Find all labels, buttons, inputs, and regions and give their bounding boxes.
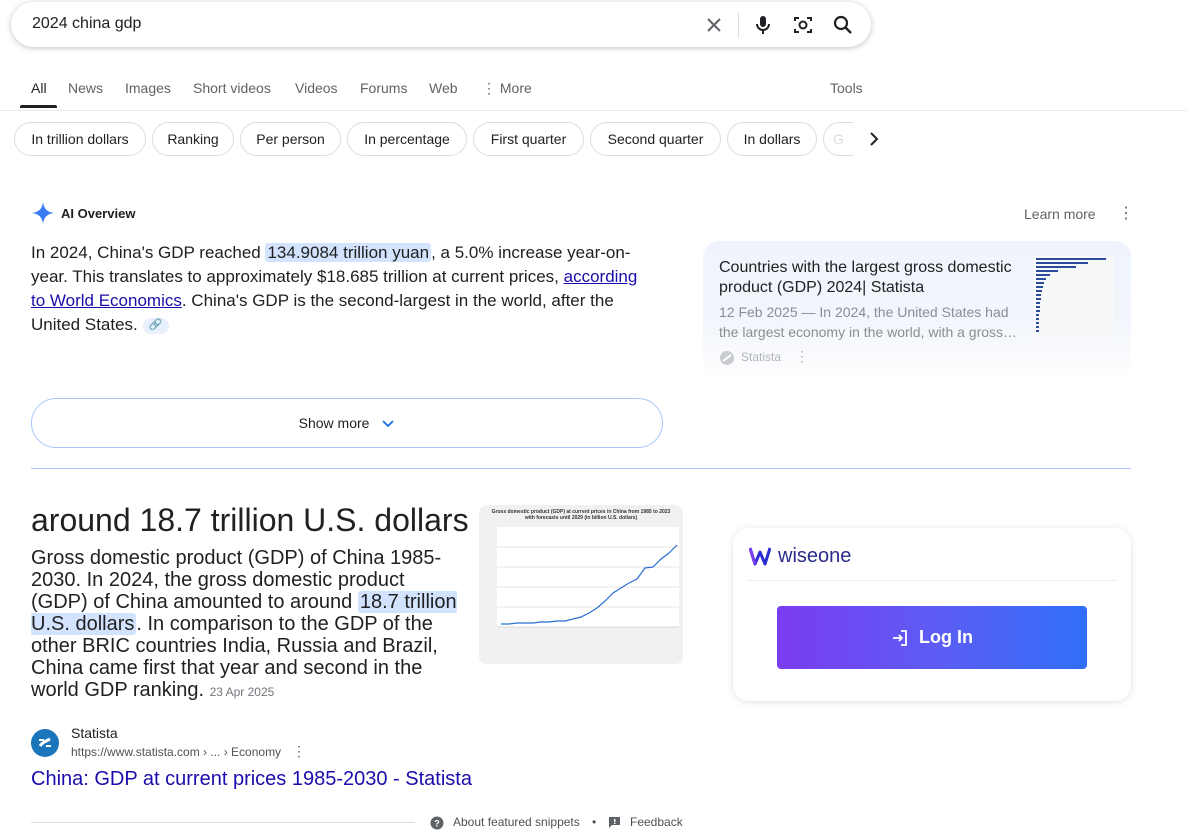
ai-source-card[interactable]: Countries with the largest gross domesti… (703, 241, 1131, 383)
statista-favicon (720, 351, 734, 365)
search-box[interactable]: 2024 china gdp (11, 2, 871, 47)
tab-news[interactable]: News (68, 80, 103, 96)
search-icon[interactable] (831, 13, 855, 37)
microphone-icon[interactable] (751, 13, 775, 37)
ai-overview-menu-icon[interactable]: ⋮ (1118, 206, 1134, 222)
svg-text:?: ? (434, 819, 440, 829)
learn-more-link[interactable]: Learn more (1024, 206, 1096, 222)
ai-overview-text: In 2024, China's GDP reached 134.9084 tr… (31, 241, 651, 337)
ai-text-part-1: In 2024, China's GDP reached (31, 243, 266, 262)
chip-per-person[interactable]: Per person (240, 122, 341, 156)
login-icon (893, 630, 907, 647)
tab-web[interactable]: Web (429, 80, 458, 96)
chip-partial[interactable]: G (823, 122, 853, 156)
citation-link-icon[interactable]: 🔗 (142, 317, 169, 334)
statista-logo-glyph (34, 732, 56, 754)
active-tab-indicator (20, 105, 57, 108)
wiseone-brand: wiseone (778, 545, 852, 567)
result-site-url[interactable]: https://www.statista.com › ... › Economy (71, 745, 281, 759)
chip-ranking[interactable]: Ranking (152, 122, 234, 156)
wiseone-widget: wiseone Log In (733, 528, 1131, 701)
feedback-icon (609, 817, 620, 828)
result-menu-icon[interactable]: ⋮ (292, 744, 306, 758)
featured-answer: around 18.7 trillion U.S. dollars (31, 502, 469, 538)
chip-first-quarter[interactable]: First quarter (473, 122, 584, 156)
source-card-thumbnail (1034, 256, 1114, 338)
tools-button[interactable]: Tools (830, 80, 863, 96)
show-more-button[interactable]: Show more (31, 398, 663, 448)
about-featured-snippets-link[interactable]: About featured snippets (453, 815, 580, 829)
login-label: Log In (919, 627, 973, 647)
chip-second-quarter[interactable]: Second quarter (590, 122, 721, 156)
chip-in-dollars[interactable]: In dollars (727, 122, 817, 156)
chip-in-trillion-dollars[interactable]: In trillion dollars (14, 122, 146, 156)
search-input[interactable]: 2024 china gdp (32, 15, 141, 33)
clear-icon[interactable] (702, 13, 726, 37)
footer-divider (31, 822, 415, 823)
lens-camera-icon[interactable] (791, 13, 815, 37)
search-tabs: All News Images Short videos Videos Foru… (0, 78, 1187, 111)
source-card-menu-icon[interactable]: ⋮ (795, 349, 809, 363)
search-divider (738, 12, 739, 38)
featured-chart-thumbnail[interactable]: Gross domestic product (GDP) at current … (479, 505, 683, 664)
statista-logo[interactable] (31, 729, 59, 757)
ai-overview-title: AI Overview (61, 206, 136, 221)
more-vert-icon: ⋮ (482, 80, 496, 96)
tab-videos[interactable]: Videos (295, 80, 338, 96)
tab-forums[interactable]: Forums (360, 80, 407, 96)
help-icon: ? (430, 816, 444, 830)
chevron-right-icon[interactable] (865, 130, 883, 148)
section-divider (31, 468, 1131, 469)
tab-more[interactable]: ⋮ More (482, 80, 532, 97)
tab-images[interactable]: Images (125, 80, 171, 96)
result-site-name[interactable]: Statista (71, 725, 118, 741)
wiseone-login-button[interactable]: Log In (777, 606, 1087, 669)
source-card-title[interactable]: Countries with the largest gross domesti… (719, 258, 1019, 298)
footer-dot: • (592, 815, 597, 829)
wiseone-logo-icon (749, 547, 771, 566)
tab-more-label: More (499, 80, 532, 96)
chevron-down-icon (382, 420, 394, 428)
tab-short-videos[interactable]: Short videos (193, 80, 271, 96)
gemini-sparkle-icon (32, 202, 54, 224)
source-card-snippet: 12 Feb 2025 — In 2024, the United States… (719, 304, 1018, 340)
ai-highlight: 134.9084 trillion yuan (265, 243, 432, 262)
result-title-link[interactable]: China: GDP at current prices 1985-2030 -… (31, 768, 472, 791)
wiseone-divider (747, 580, 1117, 581)
show-more-label: Show more (298, 415, 370, 431)
tab-all[interactable]: All (31, 80, 47, 96)
chip-in-percentage[interactable]: In percentage (347, 122, 467, 156)
feedback-link[interactable]: Feedback (630, 815, 683, 829)
thumbnail-plot (479, 527, 683, 664)
featured-snippet-text: Gross domestic product (GDP) of China 19… (31, 547, 461, 703)
source-card-site: Statista (741, 350, 782, 364)
featured-date: 23 Apr 2025 (209, 685, 275, 699)
